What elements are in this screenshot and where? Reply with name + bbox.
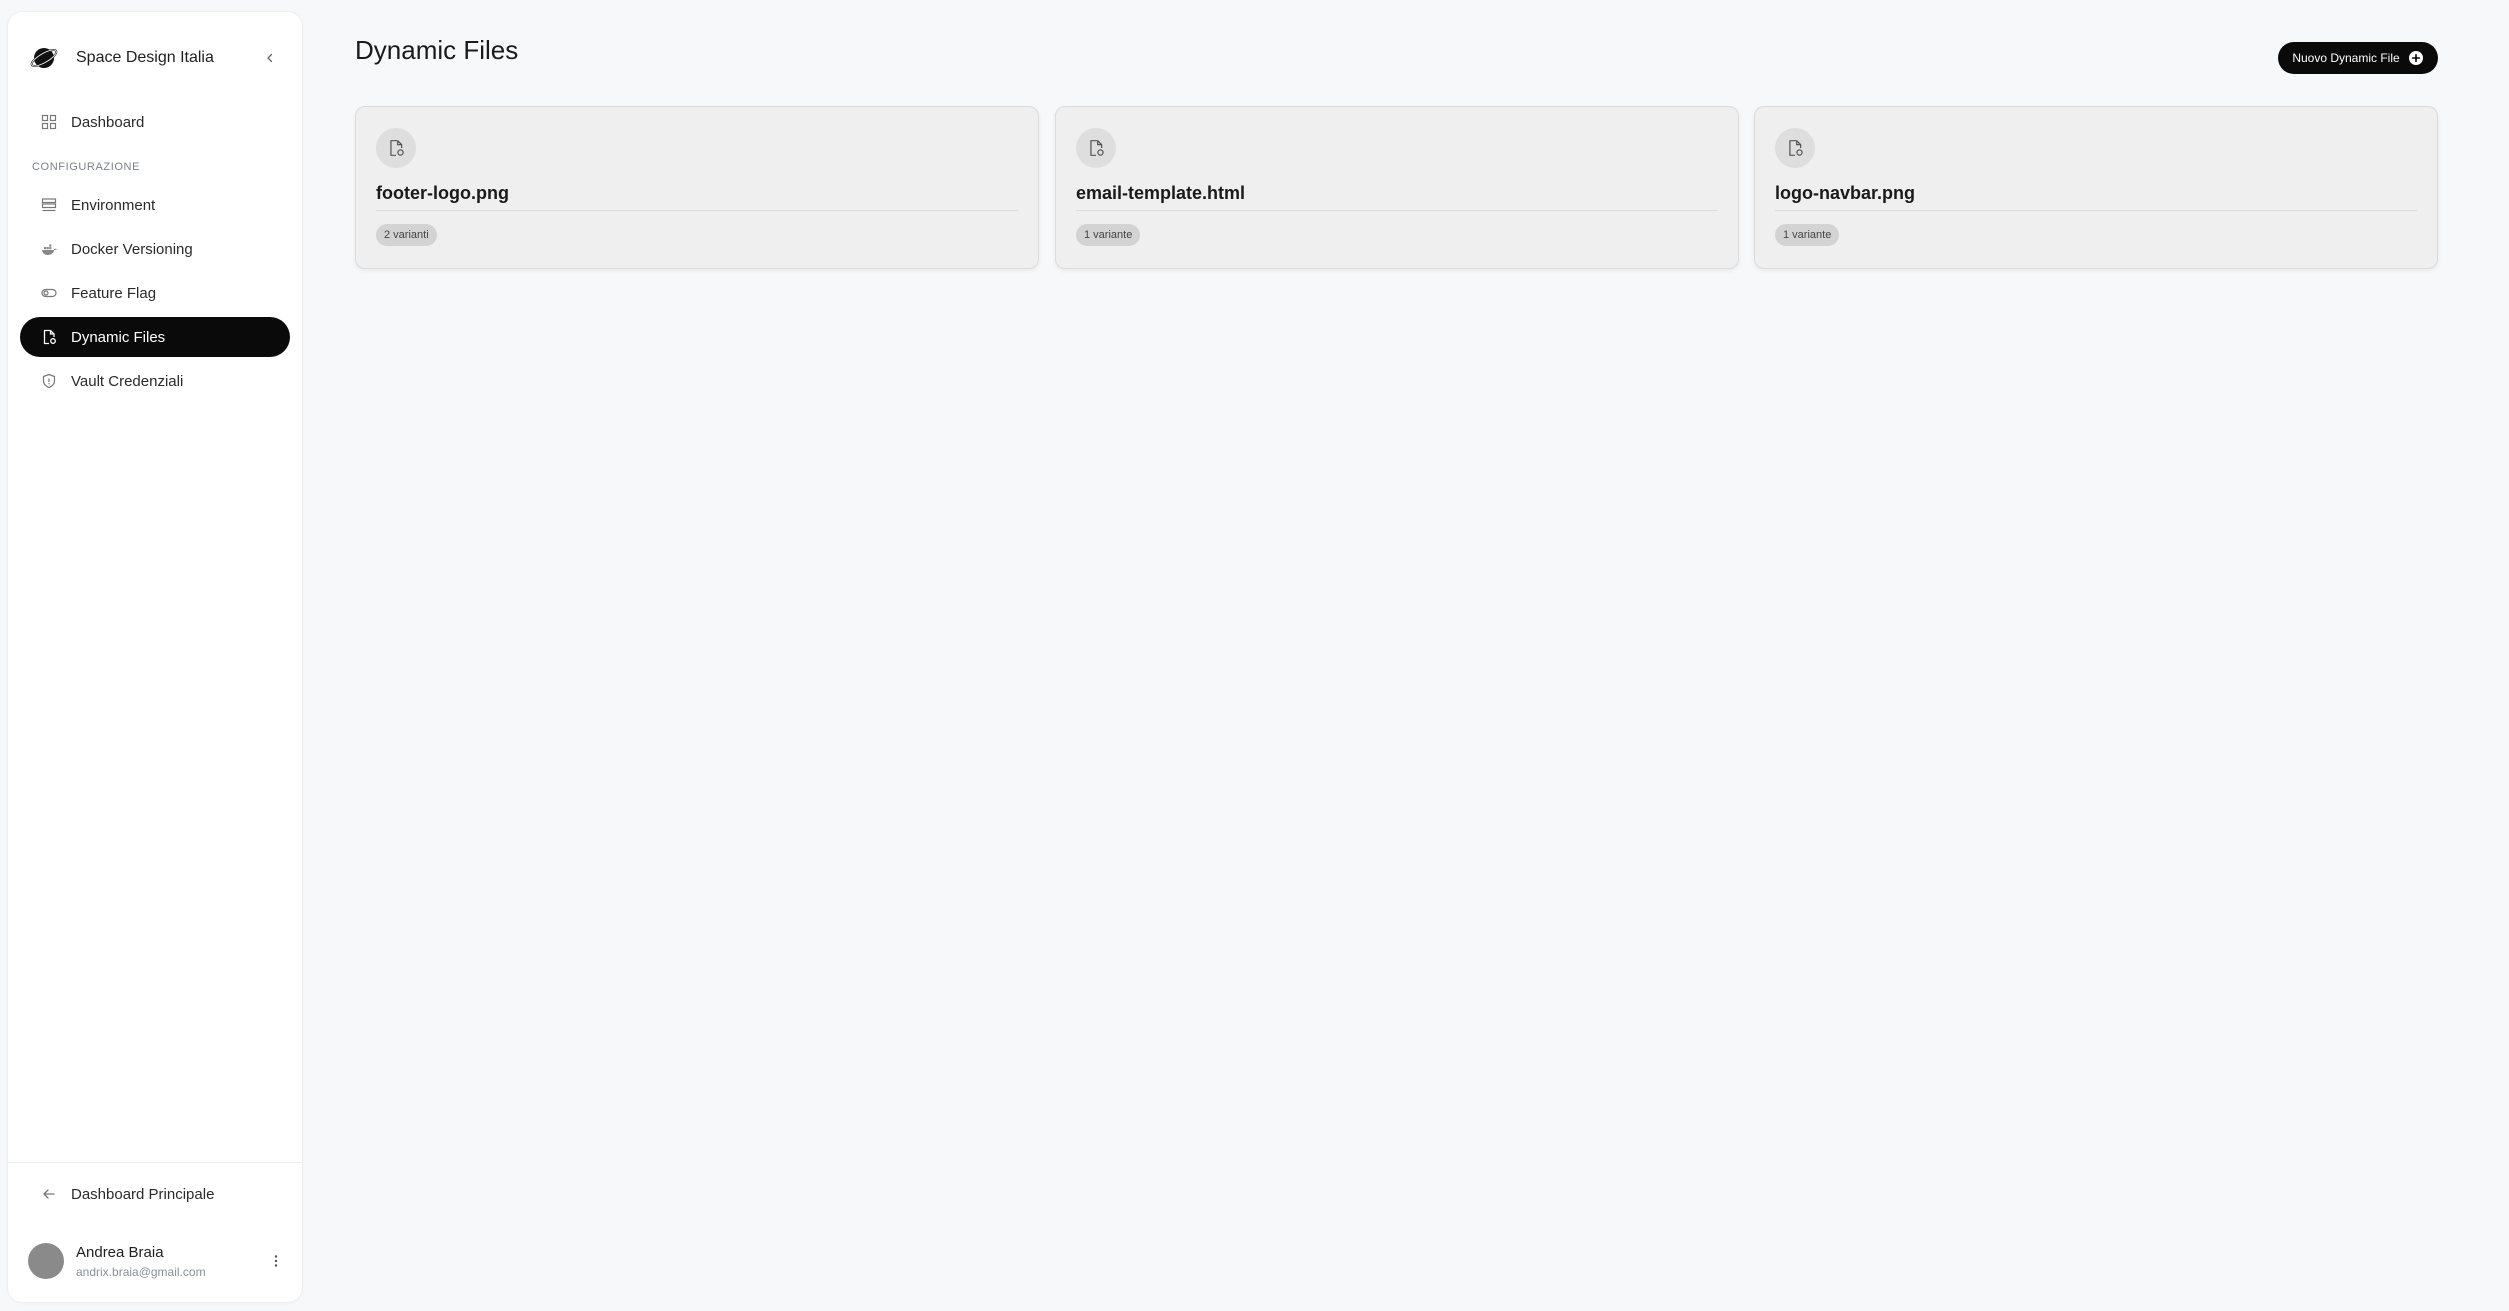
file-settings-icon — [376, 128, 416, 168]
file-name: footer-logo.png — [376, 183, 509, 203]
file-name: logo-navbar.png — [1775, 183, 1916, 203]
file-card[interactable]: logo-navbar.png 1 variante — [1754, 106, 2438, 269]
sidebar: Space Design Italia Dashboard CONFIGURAZ… — [8, 12, 302, 1302]
brand-name: Space Design Italia — [76, 49, 214, 66]
sidebar-item-dashboard[interactable]: Dashboard — [20, 102, 290, 142]
brand: Space Design Italia — [28, 32, 282, 84]
user-profile[interactable]: Andrea Braia andrix.braia@gmail.com — [28, 1240, 288, 1282]
back-link-label: Dashboard Principale — [71, 1185, 215, 1203]
plus-circle-icon — [2408, 50, 2424, 66]
user-name: Andrea Braia — [76, 1243, 164, 1261]
card-divider — [376, 210, 1018, 211]
new-dynamic-file-button[interactable]: Nuovo Dynamic File — [2278, 42, 2438, 74]
variants-badge: 1 variante — [1076, 224, 1141, 246]
user-email: andrix.braia@gmail.com — [76, 1264, 206, 1279]
more-vertical-icon — [274, 1255, 278, 1267]
chevron-left-icon — [267, 53, 273, 63]
sidebar-item-feature-flag[interactable]: Feature Flag — [20, 273, 290, 313]
page-title: Dynamic Files — [355, 35, 519, 65]
sidebar-item-vault-credenziali[interactable]: Vault Credenziali — [20, 361, 290, 401]
toggle-icon — [40, 284, 58, 302]
variants-badge: 1 variante — [1775, 224, 1840, 246]
app: Space Design Italia Dashboard CONFIGURAZ… — [0, 0, 2509, 1311]
sidebar-item-label: Dynamic Files — [71, 328, 166, 346]
file-card[interactable]: email-template.html 1 variante — [1055, 106, 1739, 269]
server-icon — [40, 196, 58, 214]
sidebar-item-label: Feature Flag — [71, 284, 157, 302]
user-menu-button[interactable] — [264, 1249, 288, 1273]
avatar — [28, 1243, 64, 1279]
file-name: email-template.html — [1076, 183, 1246, 203]
sidebar-item-environment[interactable]: Environment — [20, 185, 290, 225]
file-settings-icon — [40, 328, 58, 346]
card-divider — [1775, 210, 2417, 211]
collapse-sidebar-button[interactable] — [258, 46, 282, 70]
sidebar-item-label: Vault Credenziali — [71, 372, 184, 390]
planet-icon — [28, 42, 60, 74]
shield-icon — [40, 372, 58, 390]
back-to-main-dashboard-link[interactable]: Dashboard Principale — [20, 1174, 290, 1214]
user-info: Andrea Braia andrix.braia@gmail.com — [76, 1244, 264, 1279]
grid-icon — [40, 113, 58, 131]
sidebar-item-docker-versioning[interactable]: Docker Versioning — [20, 229, 290, 269]
sidebar-item-label: Environment — [71, 196, 156, 214]
sidebar-item-label: Docker Versioning — [71, 240, 193, 258]
file-settings-icon — [1076, 128, 1116, 168]
sidebar-item-dynamic-files[interactable]: Dynamic Files — [20, 317, 290, 357]
new-dynamic-file-label: Nuovo Dynamic File — [2292, 51, 2400, 65]
file-settings-icon — [1775, 128, 1815, 168]
section-label-configurazione: CONFIGURAZIONE — [32, 161, 141, 173]
variants-badge: 2 varianti — [376, 224, 437, 246]
arrow-left-icon — [40, 1185, 58, 1203]
file-card[interactable]: footer-logo.png 2 varianti — [355, 106, 1039, 269]
sidebar-item-label: Dashboard — [71, 113, 145, 131]
card-divider — [1076, 210, 1718, 211]
sidebar-divider — [8, 1162, 302, 1163]
docker-icon — [40, 240, 58, 258]
